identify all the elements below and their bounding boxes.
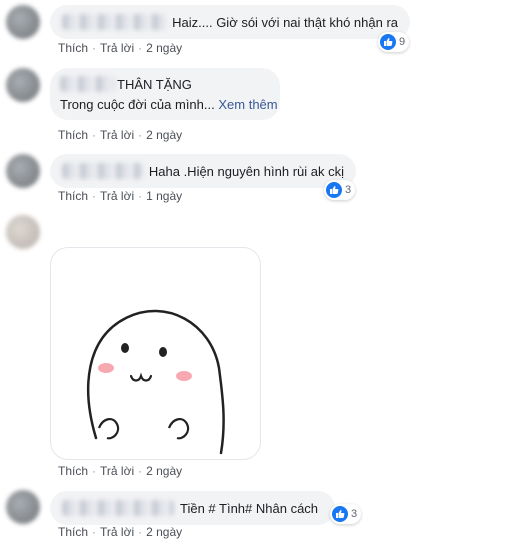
- thumbs-up-icon: [380, 34, 396, 50]
- comment-text: Trong cuộc đời của mình...: [60, 97, 215, 112]
- comment-actions: Thích · Trả lời · 2 ngày: [58, 41, 182, 55]
- avatar[interactable]: [6, 215, 40, 249]
- reply-link[interactable]: Trả lời: [100, 464, 134, 478]
- comment-text: Haha .Hiện nguyên hình rùi ak ckị: [148, 163, 344, 179]
- reply-link[interactable]: Trả lời: [100, 41, 134, 55]
- avatar[interactable]: [6, 490, 40, 524]
- separator: ·: [92, 128, 97, 142]
- like-link[interactable]: Thích: [58, 41, 88, 55]
- comment-bubble: Tiền # Tình# Nhân cách: [50, 491, 335, 525]
- blurred-author-name[interactable]: [60, 76, 115, 92]
- timestamp[interactable]: 2 ngày: [146, 525, 182, 539]
- thumbs-up-icon: [326, 182, 342, 198]
- comment-actions: Thích · Trả lời · 2 ngày: [58, 464, 182, 478]
- avatar[interactable]: [6, 154, 40, 188]
- comment-bubble: Haha .Hiện nguyên hình rùi ak ckị: [50, 154, 356, 188]
- timestamp[interactable]: 2 ngày: [146, 464, 182, 478]
- reaction-count[interactable]: 3: [330, 504, 362, 524]
- timestamp[interactable]: 2 ngày: [146, 41, 182, 55]
- cute-blob-sticker-icon: [87, 309, 225, 455]
- like-link[interactable]: Thích: [58, 128, 88, 142]
- comment-bubble: Haiz.... Giờ sói với nai thật khó nhận r…: [50, 5, 410, 39]
- separator: ·: [92, 41, 97, 55]
- like-link[interactable]: Thích: [58, 525, 88, 539]
- separator: ·: [138, 128, 143, 142]
- reply-link[interactable]: Trả lời: [100, 128, 134, 142]
- reply-link[interactable]: Trả lời: [100, 525, 134, 539]
- separator: ·: [138, 464, 143, 478]
- comment-actions: Thích · Trả lời · 1 ngày: [58, 189, 182, 203]
- like-link[interactable]: Thích: [58, 464, 88, 478]
- reaction-count[interactable]: 9: [378, 32, 410, 52]
- timestamp[interactable]: 1 ngày: [146, 189, 182, 203]
- sticker[interactable]: [50, 247, 261, 460]
- reaction-number: 3: [345, 184, 352, 196]
- separator: ·: [92, 464, 97, 478]
- reaction-number: 3: [351, 508, 358, 520]
- thumbs-up-icon: [332, 506, 348, 522]
- comment-bubble: THÂN TẶNG Trong cuộc đời của mình... Xem…: [50, 68, 280, 120]
- comment-actions: Thích · Trả lời · 2 ngày: [58, 525, 182, 539]
- comment-text: Tiền # Tình# Nhân cách: [180, 500, 319, 516]
- comment-text: Haiz.... Giờ sói với nai thật khó nhận r…: [172, 14, 398, 30]
- avatar[interactable]: [6, 68, 40, 102]
- blurred-author-name[interactable]: [62, 14, 167, 30]
- avatar[interactable]: [6, 5, 40, 39]
- blurred-author-name[interactable]: [62, 500, 174, 516]
- see-more-link[interactable]: Xem thêm: [218, 97, 277, 112]
- comment-actions: Thích · Trả lời · 2 ngày: [58, 128, 182, 142]
- like-link[interactable]: Thích: [58, 189, 88, 203]
- author-name-suffix[interactable]: THÂN TẶNG: [117, 77, 192, 92]
- separator: ·: [92, 189, 97, 203]
- reaction-number: 9: [399, 36, 406, 48]
- separator: ·: [138, 189, 143, 203]
- separator: ·: [138, 525, 143, 539]
- reaction-count[interactable]: 3: [324, 180, 356, 200]
- separator: ·: [92, 525, 97, 539]
- blurred-author-name[interactable]: [62, 163, 143, 179]
- timestamp[interactable]: 2 ngày: [146, 128, 182, 142]
- separator: ·: [138, 41, 143, 55]
- reply-link[interactable]: Trả lời: [100, 189, 134, 203]
